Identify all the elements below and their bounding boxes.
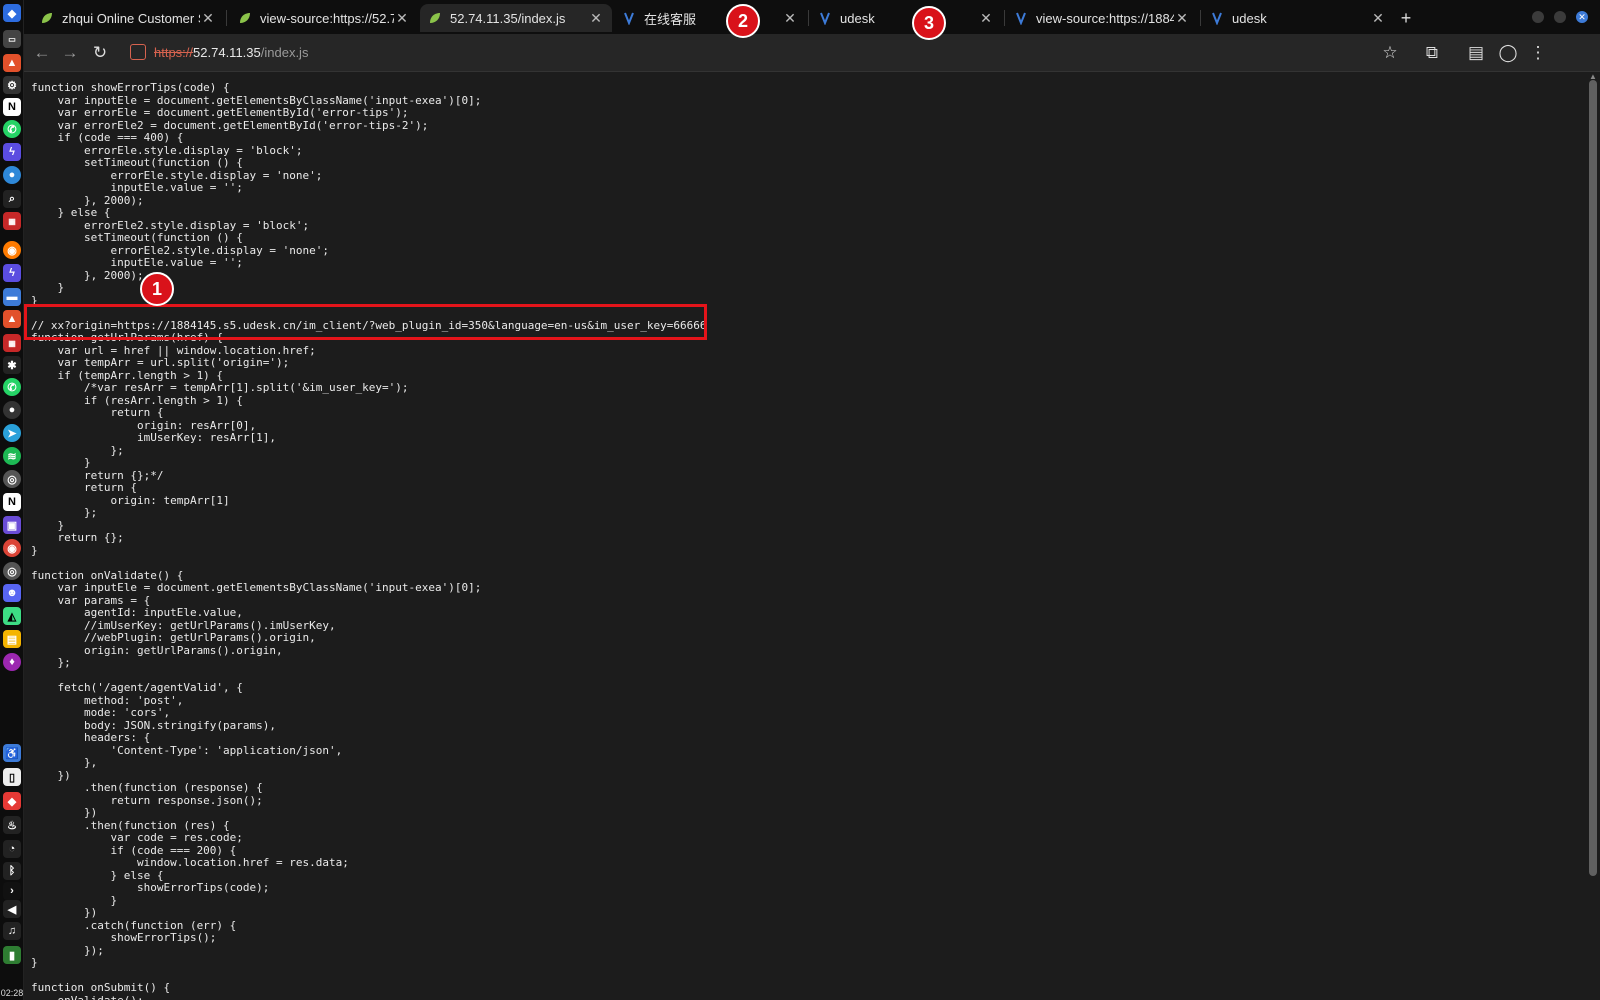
udesk-icon: [622, 11, 636, 25]
red-app-icon[interactable]: ▦: [3, 212, 21, 230]
clipboard-icon[interactable]: ▯: [3, 768, 21, 786]
tab-title: udesk: [840, 10, 875, 26]
keep-icon[interactable]: ▤: [3, 630, 21, 648]
menu-icon[interactable]: ⋮: [1526, 41, 1550, 65]
new-tab-button[interactable]: +: [1394, 6, 1418, 30]
not-secure-icon[interactable]: [130, 44, 146, 60]
url-host: 52.74.11.35: [193, 45, 261, 60]
close-tab-icon[interactable]: ✕: [588, 10, 604, 27]
whatsapp-2-icon[interactable]: ✆: [3, 378, 21, 396]
close-tab-icon[interactable]: ✕: [1174, 10, 1190, 27]
leaf-icon: [238, 11, 252, 25]
close-window-button[interactable]: ✕: [1576, 11, 1588, 23]
url-scheme: https://: [154, 45, 194, 60]
tab-view-source-1884[interactable]: view-source:https://1884 ✕: [1006, 4, 1198, 32]
flame-app-icon[interactable]: ♦: [3, 653, 21, 671]
tab-title: 在线客服: [644, 11, 697, 27]
source-code: function showErrorTips(code) { var input…: [31, 81, 707, 1000]
tab-title: view-source:https://52.74: [260, 10, 394, 26]
app-launcher-icon[interactable]: ◆: [3, 4, 21, 22]
tab-separator: [808, 10, 809, 26]
udesk-icon: [1014, 11, 1028, 25]
page-content: function showErrorTips(code) { var input…: [24, 72, 1600, 1000]
annotation-marker-3: 3: [912, 6, 946, 40]
minimize-window-button[interactable]: [1532, 11, 1544, 23]
red-app-2-icon[interactable]: ▦: [3, 334, 21, 352]
battery-icon: ▮: [3, 946, 21, 964]
volume-icon[interactable]: ◀: [3, 900, 21, 918]
brave-browser-icon[interactable]: ▲: [3, 54, 21, 72]
chromium-2-icon[interactable]: ◎: [3, 562, 21, 580]
tab-separator: [1004, 10, 1005, 26]
tab-bar: zhqui Online Customer S ✕ view-source:ht…: [24, 0, 1600, 34]
tab-title: udesk: [1232, 10, 1267, 26]
forward-arrow-icon[interactable]: →: [58, 41, 82, 65]
reading-list-icon[interactable]: ▤: [1464, 41, 1488, 65]
vertical-scrollbar[interactable]: [1589, 80, 1597, 876]
flame-icon[interactable]: ♨: [3, 816, 21, 834]
tab-title: view-source:https://1884: [1036, 10, 1174, 26]
accessibility-icon[interactable]: ♿: [3, 744, 21, 762]
tab-title: 52.74.11.35/index.js: [450, 10, 566, 26]
vscode-icon[interactable]: ▣: [3, 516, 21, 534]
tab-udesk-2[interactable]: udesk ✕: [1202, 4, 1394, 32]
chromium-icon[interactable]: ◎: [3, 470, 21, 488]
close-tab-icon[interactable]: ✕: [1370, 10, 1386, 27]
whatsapp-icon[interactable]: ✆: [3, 120, 21, 138]
spotify-icon[interactable]: ≋: [3, 447, 21, 465]
browser-toolbar: ← → ↻ https://52.74.11.35/index.js ☆ ⧉ ▤…: [24, 34, 1600, 72]
leaf-icon: [428, 11, 442, 25]
clock[interactable]: 02:28: [0, 988, 24, 998]
tab-separator: [1200, 10, 1201, 26]
chrome-icon[interactable]: ◉: [3, 539, 21, 557]
notifications-off-icon[interactable]: ♫: [3, 922, 21, 940]
url-path: /index.js: [260, 45, 309, 60]
anydesk-icon[interactable]: ◆: [3, 792, 21, 810]
udesk-icon: [1210, 11, 1224, 25]
bolt-app-2-icon[interactable]: ϟ: [3, 264, 21, 282]
back-arrow-icon[interactable]: ←: [30, 41, 54, 65]
maximize-window-button[interactable]: [1554, 11, 1566, 23]
bluetooth-icon[interactable]: ᛒ: [3, 862, 21, 880]
notion-2-icon[interactable]: N: [3, 493, 21, 511]
system-dock: ◆ ▭ ▲ ⚙ N ✆ ϟ ● ⌕ ▦ ◉ ϟ ▬ ▲ ▦ ✱ ✆ ● ➤ ≋ …: [0, 0, 24, 1000]
close-tab-icon[interactable]: ✕: [978, 10, 994, 27]
leaf-icon: [40, 11, 54, 25]
firefox-icon[interactable]: ◉: [3, 241, 21, 259]
address-bar[interactable]: https://52.74.11.35/index.js: [154, 45, 308, 60]
chevron-right-icon[interactable]: ›: [3, 882, 21, 900]
telegram-icon[interactable]: ➤: [3, 424, 21, 442]
tab-separator: [226, 10, 227, 26]
annotation-marker-2: 2: [726, 4, 760, 38]
annotation-marker-1: 1: [140, 272, 174, 306]
settings-icon[interactable]: ⚙: [3, 76, 21, 94]
close-tab-icon[interactable]: ✕: [394, 10, 410, 27]
tab-udesk-1[interactable]: udesk ✕: [810, 4, 1002, 32]
profile-icon[interactable]: ◯: [1496, 41, 1520, 65]
tab-view-source-52[interactable]: view-source:https://52.74 ✕: [230, 4, 418, 32]
dev-tool-icon[interactable]: ✱: [3, 356, 21, 374]
reload-icon[interactable]: ↻: [88, 41, 112, 65]
bookmark-star-icon[interactable]: ☆: [1378, 41, 1402, 65]
brave-browser-2-icon[interactable]: ▲: [3, 310, 21, 328]
wifi-icon[interactable]: ◔: [3, 840, 21, 858]
tab-zhqui-support[interactable]: zhqui Online Customer S ✕: [32, 4, 224, 32]
highlight-box-origin-comment: [24, 304, 707, 340]
tab-index-js[interactable]: 52.74.11.35/index.js ✕: [420, 4, 612, 32]
close-tab-icon[interactable]: ✕: [782, 10, 798, 27]
tab-online-support[interactable]: 在线客服 ✕: [614, 4, 806, 32]
notion-icon[interactable]: N: [3, 98, 21, 116]
browser-icon[interactable]: ●: [3, 166, 21, 184]
github-icon[interactable]: ●: [3, 401, 21, 419]
discord-icon[interactable]: ☻: [3, 584, 21, 602]
close-tab-icon[interactable]: ✕: [200, 10, 216, 27]
bolt-app-icon[interactable]: ϟ: [3, 143, 21, 161]
terminal-icon[interactable]: ▭: [3, 30, 21, 48]
search-bug-icon[interactable]: ⌕: [3, 190, 21, 208]
udesk-icon: [818, 11, 832, 25]
extensions-icon[interactable]: ⧉: [1420, 41, 1444, 65]
folder-icon[interactable]: ▬: [3, 288, 21, 306]
tab-title: zhqui Online Customer S: [62, 10, 200, 26]
android-icon[interactable]: ◭: [3, 607, 21, 625]
